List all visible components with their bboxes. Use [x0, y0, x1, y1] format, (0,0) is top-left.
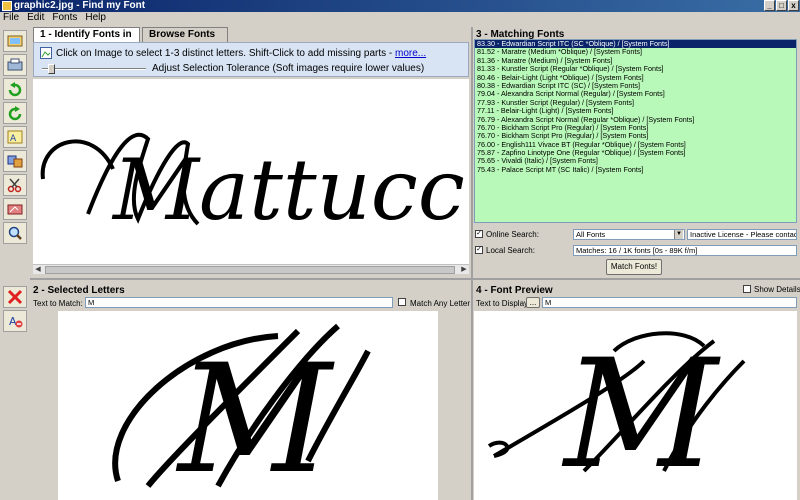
info-picture-icon	[40, 47, 52, 59]
more-link[interactable]: more...	[395, 48, 426, 59]
redo-button[interactable]	[3, 102, 27, 124]
select-letters-button[interactable]: A	[3, 126, 27, 148]
text-to-match-input[interactable]: M	[85, 297, 393, 308]
instruction-text: Click on Image to select 1-3 distinct le…	[56, 48, 396, 59]
menu-edit[interactable]: Edit	[27, 12, 44, 24]
minimize-button[interactable]: _	[764, 0, 775, 11]
text-to-display-input[interactable]: M	[542, 297, 797, 308]
match-any-letter-checkbox[interactable]	[398, 298, 406, 306]
online-search-checkbox[interactable]: ✓	[475, 230, 483, 238]
svg-text:A: A	[10, 134, 17, 144]
font-preview-text: M	[561, 328, 721, 500]
delete-icon	[7, 289, 23, 305]
title-bar: graphic2.jpg - Find my Font _ □ x	[0, 0, 800, 12]
erase-icon	[7, 204, 23, 215]
source-image-hscroll[interactable]: ◀ ▶	[33, 264, 469, 274]
selected-letter-canvas[interactable]: M	[58, 311, 438, 500]
merge-icon	[7, 155, 23, 168]
tolerance-slider-thumb[interactable]	[47, 64, 55, 74]
local-search-label: Local Search:	[486, 246, 535, 255]
selected-letter-image: M	[112, 323, 371, 500]
matches-status-field: Matches: 16 / 1K fonts [0s - 89K f/m]	[573, 245, 797, 256]
scroll-thumb[interactable]	[45, 266, 455, 274]
window-title: graphic2.jpg - Find my Font	[14, 0, 146, 11]
left-toolbar-bottom: A	[3, 286, 29, 332]
show-details-checkbox[interactable]	[743, 285, 751, 293]
tab-identify-fonts[interactable]: 1 - Identify Fonts in Image	[33, 27, 140, 54]
selected-letters-title: 2 - Selected Letters	[33, 285, 125, 296]
svg-text:A: A	[9, 315, 17, 328]
tab-browse-fonts[interactable]: Browse Fonts	[142, 27, 228, 42]
menu-help[interactable]: Help	[85, 12, 106, 24]
text-to-display-label: Text to Display:	[476, 299, 531, 308]
matching-fonts-list[interactable]: 83.30 - Edwardian Script ITC (SC *Obliqu…	[474, 39, 797, 223]
font-preview-canvas: M	[474, 311, 797, 500]
online-search-select[interactable]: All Fonts ▼	[573, 229, 685, 240]
instruction-bar: Click on Image to select 1-3 distinct le…	[33, 42, 469, 77]
scroll-left-arrow[interactable]: ◀	[33, 265, 43, 275]
scan-button[interactable]	[3, 54, 27, 76]
open-image-icon	[7, 35, 23, 47]
remove-letter-button[interactable]: A	[3, 310, 27, 332]
local-search-checkbox[interactable]: ✓	[475, 246, 483, 254]
menu-bar: File Edit Fonts Help	[0, 12, 800, 24]
vertical-splitter[interactable]	[471, 27, 473, 500]
license-status-field: Inactive License - Please contact sup	[687, 229, 797, 240]
chevron-down-icon[interactable]: ▼	[674, 230, 683, 239]
open-image-button[interactable]	[3, 30, 27, 52]
redo-icon	[8, 106, 22, 121]
source-image-canvas[interactable]: Mattucci	[33, 79, 469, 264]
source-image-text: Mattucci	[111, 141, 469, 239]
zoom-icon	[8, 226, 22, 240]
menu-fonts[interactable]: Fonts	[52, 12, 77, 24]
show-details-label: Show Details	[754, 285, 800, 294]
online-search-select-value: All Fonts	[576, 230, 606, 239]
horizontal-splitter[interactable]	[30, 278, 800, 280]
cut-button[interactable]	[3, 174, 27, 196]
zoom-button[interactable]	[3, 222, 27, 244]
match-fonts-button[interactable]: Match Fonts!	[606, 259, 662, 275]
erase-button[interactable]	[3, 198, 27, 220]
left-toolbar-top: A	[3, 30, 29, 244]
menu-file[interactable]: File	[3, 12, 19, 24]
undo-button[interactable]	[3, 78, 27, 100]
scan-icon	[7, 58, 23, 71]
match-any-letter-label: Match Any Letter	[410, 299, 471, 308]
online-search-label: Online Search:	[486, 230, 539, 239]
tolerance-slider[interactable]	[42, 64, 146, 74]
maximize-button[interactable]: □	[776, 0, 787, 11]
remove-letter-icon: A	[9, 315, 23, 328]
font-preview-title: 4 - Font Preview	[476, 285, 553, 296]
tolerance-label: Adjust Selection Tolerance (Soft images …	[152, 63, 425, 74]
font-preview-image: M	[487, 328, 746, 500]
select-letters-icon: A	[7, 130, 23, 144]
ellipsis-button[interactable]: ...	[526, 297, 540, 308]
list-empty-area	[475, 174, 796, 222]
app-icon	[2, 1, 12, 11]
selected-letter-text: M	[175, 333, 335, 500]
text-to-match-label: Text to Match:	[33, 299, 83, 308]
list-item[interactable]: 75.43 - Palace Script MT (SC Italic) / […	[475, 165, 796, 175]
delete-button[interactable]	[3, 286, 27, 308]
close-button[interactable]: x	[788, 0, 799, 11]
source-image: Mattucci	[40, 132, 469, 239]
cut-icon	[7, 178, 22, 193]
merge-button[interactable]	[3, 150, 27, 172]
scroll-right-arrow[interactable]: ▶	[459, 265, 469, 275]
undo-icon	[8, 82, 22, 97]
